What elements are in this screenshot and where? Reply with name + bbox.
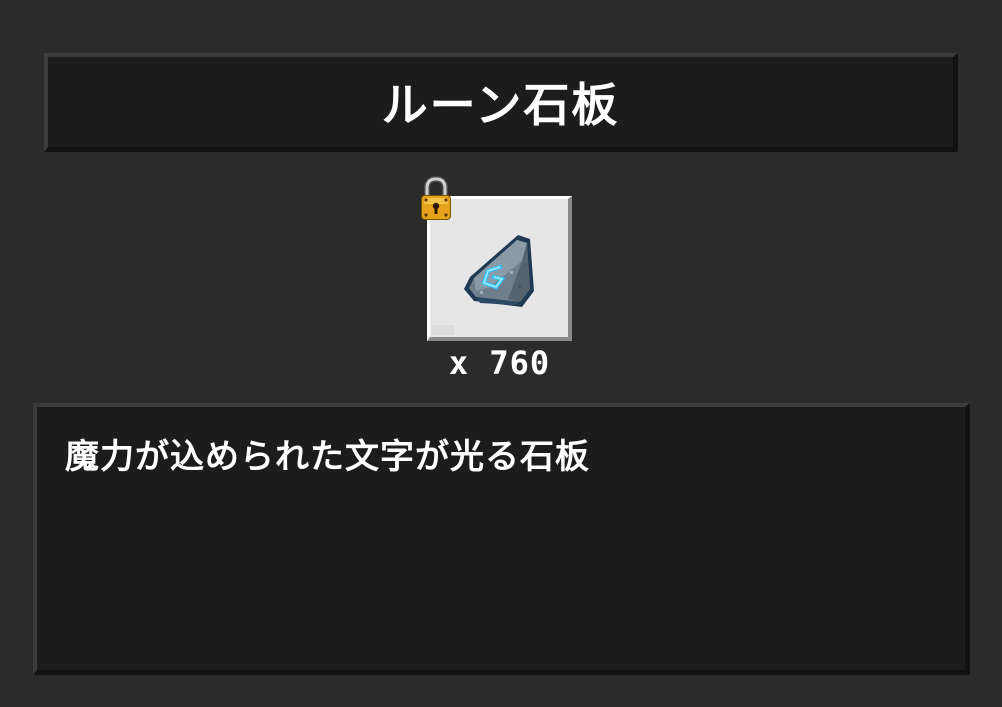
title-panel: ルーン石板 [44, 53, 958, 152]
item-detail-window: ルーン石板 x 760 魔力が込められた文字が光る石板 [0, 0, 1002, 707]
slot-shade [432, 325, 454, 335]
item-count: x 760 [448, 344, 551, 382]
item-title: ルーン石板 [381, 78, 620, 132]
item-description: 魔力が込められた文字が光る石板 [65, 437, 590, 477]
rune-stone-tablet-icon [464, 235, 534, 307]
padlock-icon [421, 176, 451, 220]
description-panel: 魔力が込められた文字が光る石板 [33, 403, 970, 675]
